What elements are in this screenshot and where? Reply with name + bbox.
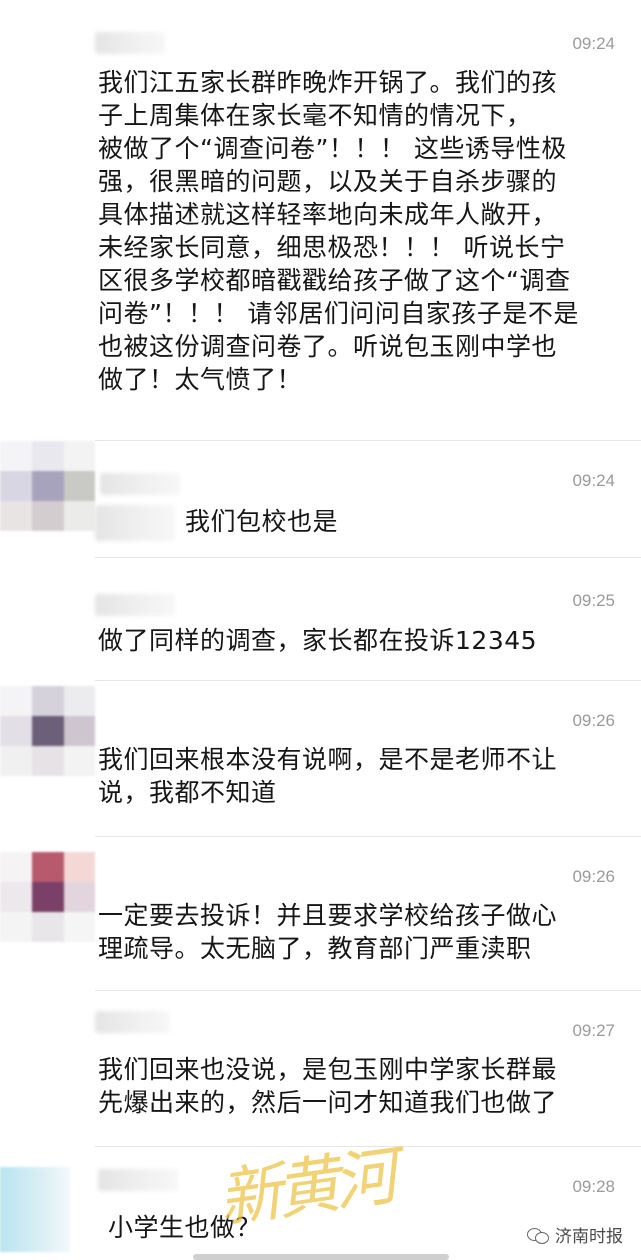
chat-message: 09:27 我们回来也没说，是包玉刚中学家长群最 先爆出来的，然后一问才知道我们… bbox=[0, 991, 641, 1141]
avatar bbox=[0, 852, 95, 942]
sender-name-blurred bbox=[95, 505, 175, 541]
message-time: 09:24 bbox=[572, 471, 615, 490]
message-text: 我们包校也是 bbox=[185, 507, 339, 536]
brand-mark: 济南时报 bbox=[527, 1222, 623, 1247]
message-time: 09:25 bbox=[572, 591, 615, 610]
chat-message: 09:26 我们回来根本没有说啊，是不是老师不让 说，我都不知道 bbox=[0, 681, 641, 831]
chat-message: 09:25 做了同样的调查，家长都在投诉12345 bbox=[0, 558, 641, 678]
sender-name-blurred bbox=[95, 32, 165, 54]
message-text: 我们江五家长群昨晚炸开锅了。我们的孩 子上周集体在家长毫不知情的情况下， 被做了… bbox=[98, 68, 579, 394]
message-time: 09:26 bbox=[572, 867, 615, 886]
sender-name-blurred bbox=[95, 594, 175, 616]
message-time: 09:24 bbox=[572, 34, 615, 53]
message-text: 一定要去投诉！并且要求学校给孩子做心 理疏导。太无脑了，教育部门严重渎职 bbox=[98, 901, 558, 963]
message-text: 我们回来也没说，是包玉刚中学家长群最 先爆出来的，然后一问才知道我们也做了 bbox=[98, 1055, 558, 1117]
message-text: 我们回来根本没有说啊，是不是老师不让 说，我都不知道 bbox=[98, 745, 558, 807]
message-time: 09:26 bbox=[572, 711, 615, 730]
chat-message: 09:26 一定要去投诉！并且要求学校给孩子做心 理疏导。太无脑了，教育部门严重… bbox=[0, 837, 641, 987]
message-time: 09:27 bbox=[572, 1021, 615, 1040]
avatar bbox=[0, 686, 95, 776]
avatar bbox=[0, 441, 95, 531]
message-text: 做了同样的调查，家长都在投诉12345 bbox=[98, 626, 538, 655]
chat-message: 09:24 我们江五家长群昨晚炸开锅了。我们的孩 子上周集体在家长毫不知情的情况… bbox=[0, 0, 641, 440]
wechat-icon bbox=[527, 1226, 549, 1244]
sender-name-blurred bbox=[95, 1011, 170, 1033]
sender-name-blurred bbox=[98, 1169, 178, 1191]
avatar bbox=[0, 1167, 70, 1252]
sender-name-blurred bbox=[100, 473, 180, 495]
chat-message: 09:24 我们包校也是 bbox=[0, 441, 641, 551]
home-indicator[interactable] bbox=[193, 1254, 449, 1260]
brand-label: 济南时报 bbox=[555, 1227, 623, 1247]
message-time: 09:28 bbox=[572, 1177, 615, 1196]
